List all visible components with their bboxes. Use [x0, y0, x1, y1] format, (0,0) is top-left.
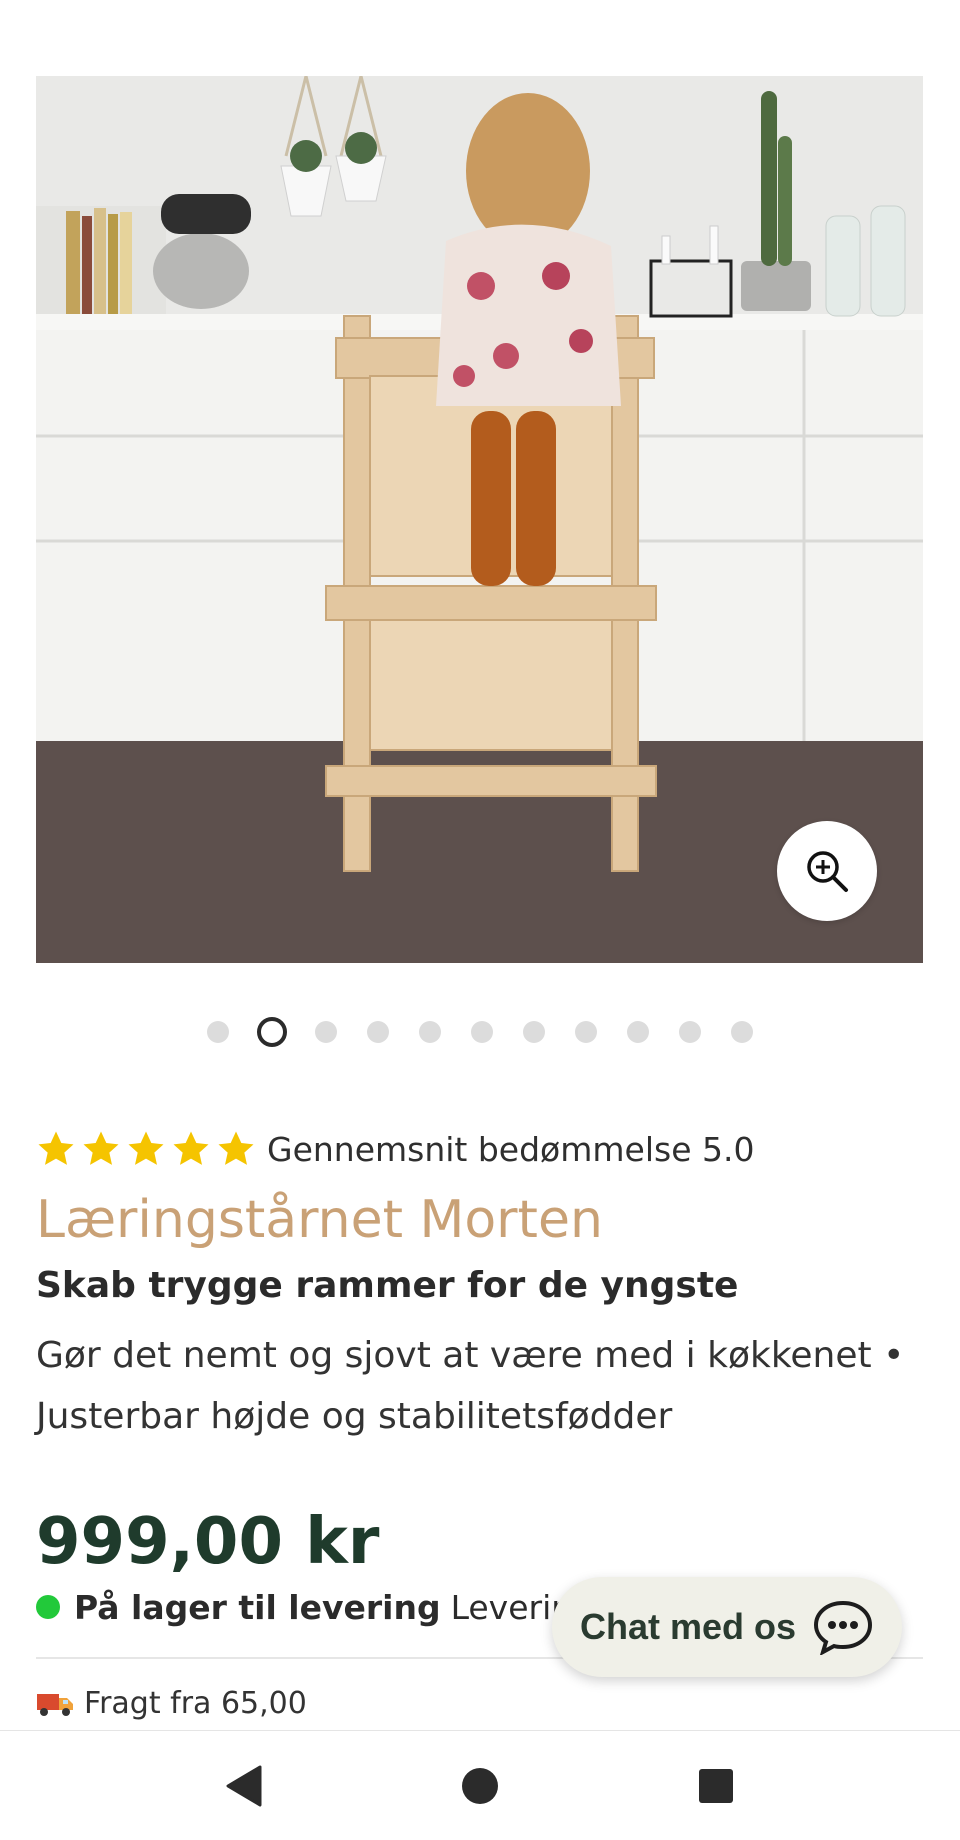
carousel-dot[interactable] [575, 1021, 597, 1043]
product-subtitle: Skab trygge rammer for de yngste [36, 1265, 739, 1306]
zoom-button[interactable] [777, 821, 877, 921]
carousel-dot[interactable] [315, 1021, 337, 1043]
chat-label: Chat med os [579, 1606, 797, 1647]
product-photo [36, 76, 923, 963]
zoom-in-icon [807, 851, 848, 892]
carousel-dot[interactable] [207, 1021, 229, 1043]
carousel-dot-active[interactable] [257, 1017, 287, 1047]
home-circle-icon [462, 1768, 498, 1804]
carousel-dot[interactable] [731, 1021, 753, 1043]
carousel-dot[interactable] [367, 1021, 389, 1043]
carousel-dot[interactable] [627, 1021, 649, 1043]
nav-back-button[interactable] [184, 1746, 304, 1826]
shipping-info: Fragt fra 65,00 [36, 1683, 307, 1723]
system-navigation-bar [0, 1730, 960, 1840]
back-triangle-icon [226, 1765, 262, 1807]
product-image[interactable] [36, 76, 923, 963]
carousel-dot[interactable] [523, 1021, 545, 1043]
truck-icon [37, 1694, 73, 1716]
carousel-dot[interactable] [471, 1021, 493, 1043]
shipping-label: Fragt fra 65,00 [84, 1685, 307, 1721]
chat-bubble-icon [814, 1600, 873, 1655]
stock-status-bold: På lager til levering [74, 1587, 441, 1627]
carousel-dot[interactable] [419, 1021, 441, 1043]
stock-status: På lager til levering Leveringst [36, 1585, 623, 1629]
carousel-pagination [0, 1014, 960, 1050]
star-icon [173, 1131, 209, 1165]
star-icon [83, 1131, 119, 1165]
chat-button[interactable]: Chat med os [552, 1577, 902, 1677]
rating[interactable]: Gennemsnit bedømmelse 5.0 [36, 1124, 754, 1174]
nav-home-button[interactable] [420, 1746, 540, 1826]
star-icon [128, 1131, 164, 1165]
product-title: Læringstårnet Morten [36, 1190, 603, 1250]
product-description: Gør det nemt og sjovt at være med i køkk… [36, 1335, 905, 1437]
carousel-dot[interactable] [679, 1021, 701, 1043]
star-icon [218, 1131, 254, 1165]
star-icon [38, 1131, 74, 1165]
product-page: Gennemsnit bedømmelse 5.0 Læringstårnet … [0, 0, 960, 1840]
rating-label: Gennemsnit bedømmelse 5.0 [267, 1129, 755, 1169]
in-stock-indicator [36, 1595, 60, 1619]
nav-recents-button[interactable] [656, 1746, 776, 1826]
product-price: 999,00 kr [36, 1505, 380, 1579]
recents-square-icon [699, 1769, 733, 1803]
